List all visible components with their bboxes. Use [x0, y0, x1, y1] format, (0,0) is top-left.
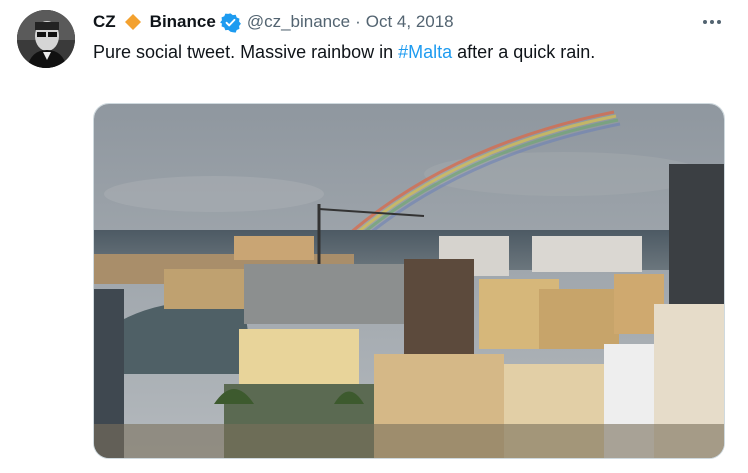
more-options-button[interactable]: [700, 12, 724, 32]
tweet-text: Pure social tweet. Massive rainbow in #M…: [93, 40, 595, 64]
more-horizontal-icon: [717, 20, 721, 24]
verified-badge-icon: [219, 12, 241, 33]
separator-dot: ·: [355, 12, 361, 31]
author-handle[interactable]: @cz_binance: [247, 12, 350, 32]
tweet-photo[interactable]: [93, 103, 725, 459]
rainbow-photo: [94, 104, 724, 458]
tweet-text-before: Pure social tweet. Massive rainbow in: [93, 42, 399, 62]
more-horizontal-icon: [710, 20, 714, 24]
author-name-suffix[interactable]: Binance: [150, 12, 216, 32]
tweet-card[interactable]: CZ Binance @cz_binance · Oct 4, 2018 Pur…: [0, 0, 748, 473]
hashtag-link[interactable]: #Malta: [398, 42, 452, 62]
tweet-date[interactable]: Oct 4, 2018: [366, 12, 454, 32]
tweet-header: CZ Binance @cz_binance · Oct 4, 2018: [93, 11, 454, 33]
avatar[interactable]: [17, 10, 75, 68]
tweet-text-after: after a quick rain.: [452, 42, 596, 62]
author-name[interactable]: CZ: [93, 12, 116, 32]
orange-diamond-icon: [124, 13, 142, 31]
more-horizontal-icon: [703, 20, 707, 24]
